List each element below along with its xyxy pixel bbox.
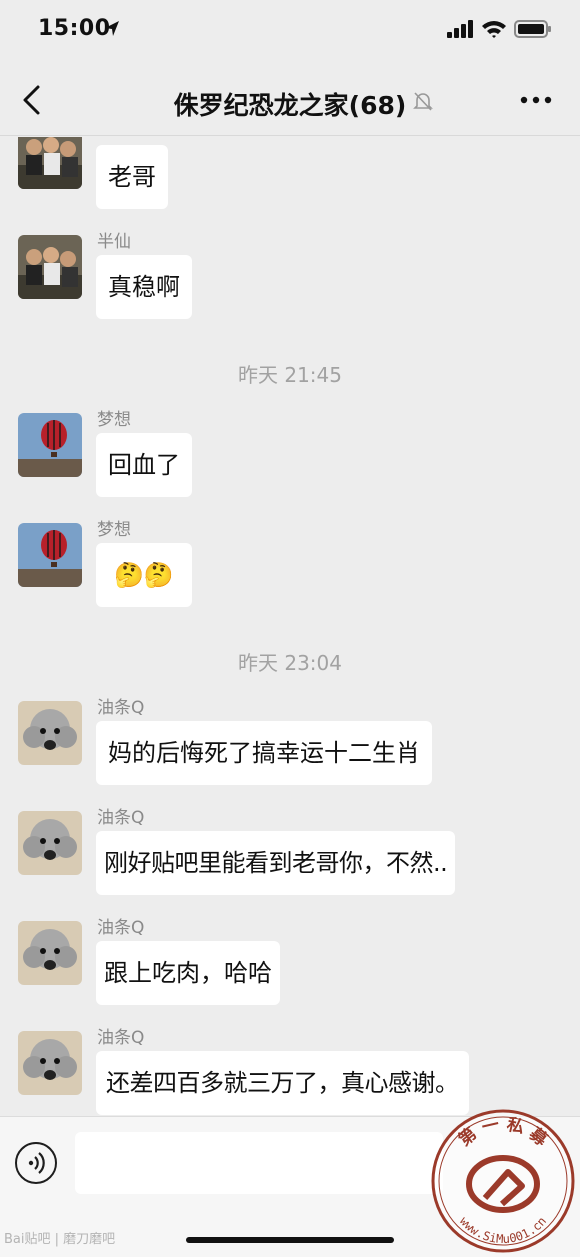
simu001-stamp-watermark: 第 一 私 募 www.SiMu001.cn [431, 1109, 575, 1253]
time-separator: 昨天 23:04 [238, 651, 342, 675]
message-bubble[interactable]: 老哥 [96, 145, 168, 209]
poodle-avatar-image [18, 701, 82, 765]
sender-name: 油条Q [97, 918, 145, 938]
message-bubble[interactable]: 妈的后悔死了搞幸运十二生肖 [96, 721, 432, 785]
avatar[interactable] [18, 523, 82, 587]
voice-input-button[interactable] [15, 1142, 57, 1184]
poodle-avatar-image [18, 811, 82, 875]
more-options-icon[interactable] [520, 96, 552, 104]
message-bubble[interactable]: 还差四百多就三万了，真心感谢。 [96, 1051, 469, 1115]
status-time: 15:00 [38, 16, 111, 41]
sender-name: 梦想 [97, 520, 131, 540]
chat-message-list[interactable]: 老哥 半仙 真稳啊 昨天 21:45 梦想 回血了 梦想 🤔🤔 昨天 23:04… [0, 137, 580, 1115]
chat-header: 侏罗纪恐龙之家(68) [0, 62, 580, 136]
sender-name: 油条Q [97, 1028, 145, 1048]
message-bubble[interactable]: 回血了 [96, 433, 192, 497]
battery-icon [514, 20, 551, 38]
hot-air-balloon-avatar-image [18, 523, 82, 587]
message-input[interactable] [75, 1132, 443, 1194]
avatar[interactable] [18, 921, 82, 985]
wifi-icon [482, 21, 506, 38]
cellular-signal-icon [447, 20, 473, 38]
status-bar: 15:00 [0, 0, 580, 62]
avatar[interactable] [18, 811, 82, 875]
chat-title: 侏罗纪恐龙之家(68) [173, 91, 407, 120]
home-indicator [186, 1237, 394, 1243]
mute-bell-icon [413, 92, 433, 111]
sender-name: 油条Q [97, 808, 145, 828]
group-photo-avatar-image [18, 137, 82, 189]
avatar[interactable] [18, 235, 82, 299]
hot-air-balloon-avatar-image [18, 413, 82, 477]
message-bubble[interactable]: 跟上吃肉，哈哈 [96, 941, 280, 1005]
location-arrow-icon [105, 21, 119, 36]
sender-name: 半仙 [97, 232, 131, 252]
avatar[interactable] [18, 701, 82, 765]
avatar[interactable] [18, 137, 82, 189]
avatar[interactable] [18, 1031, 82, 1095]
message-bubble[interactable]: 刚好贴吧里能看到老哥你，不然.. [96, 831, 456, 895]
baidu-tieba-watermark: Bai贴吧 | 磨刀磨吧 [4, 1232, 116, 1247]
poodle-avatar-image [18, 921, 82, 985]
sender-name: 油条Q [97, 698, 145, 718]
group-photo-avatar-image [18, 235, 82, 299]
message-bubble[interactable]: 真稳啊 [96, 255, 192, 319]
poodle-avatar-image [18, 1031, 82, 1095]
voice-wave-icon [28, 1152, 45, 1174]
avatar[interactable] [18, 413, 82, 477]
time-separator: 昨天 21:45 [238, 363, 342, 387]
message-bubble[interactable]: 🤔🤔 [96, 543, 192, 607]
sender-name: 梦想 [97, 410, 131, 430]
